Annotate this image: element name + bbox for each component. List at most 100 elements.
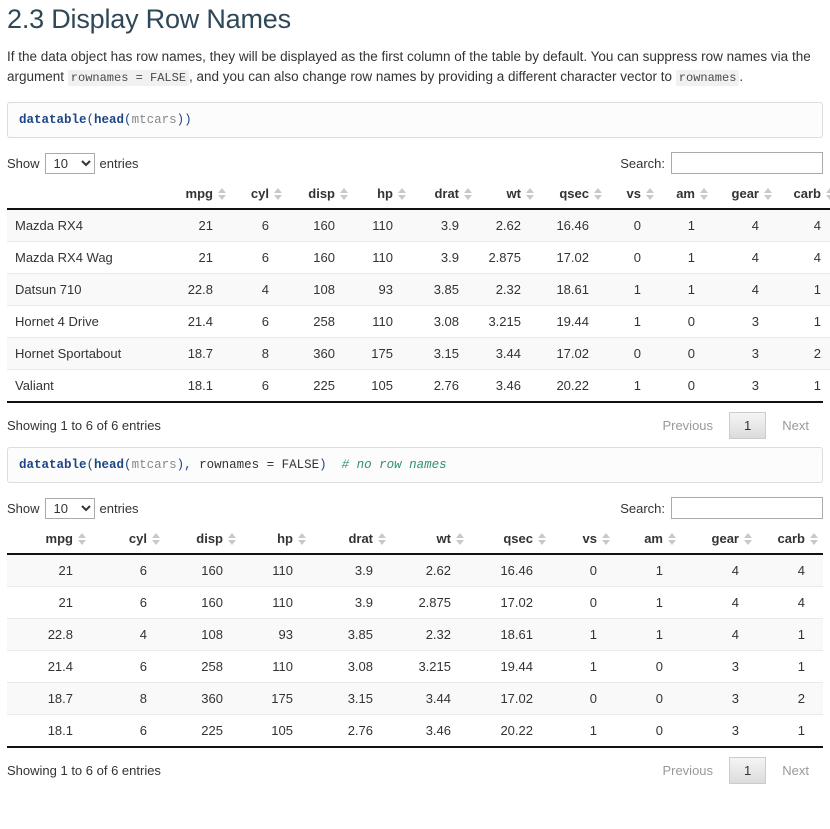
datatable-2-head: mpg cyl disp hp drat wt qsec vs am gear … bbox=[7, 525, 823, 556]
column-header-gear[interactable]: gear bbox=[681, 525, 757, 556]
previous-page-button[interactable]: Previous bbox=[648, 412, 727, 439]
table-cell: 1 bbox=[607, 273, 659, 306]
column-header-disp[interactable]: disp bbox=[287, 180, 353, 211]
search-input[interactable] bbox=[671, 152, 823, 175]
sort-arrows-icon bbox=[227, 533, 236, 546]
datatable-2: Show 10 25 50 100 entries Search: bbox=[7, 495, 823, 788]
table-cell: 1 bbox=[615, 618, 681, 651]
table-cell: 21.4 bbox=[7, 650, 91, 683]
table-cell: 0 bbox=[607, 209, 659, 242]
table-cell: 0 bbox=[607, 337, 659, 370]
table-cell: 93 bbox=[241, 618, 311, 651]
table-row[interactable]: Hornet 4 Drive 21.4 6 258 110 3.08 3.215 19.44 1… bbox=[7, 305, 830, 338]
entries-info: Showing 1 to 6 of 6 entries bbox=[7, 418, 161, 434]
page-length-select[interactable]: 10 25 50 100 bbox=[44, 152, 95, 174]
table-row[interactable]: 18.7 8 360 175 3.15 3.44 17.02 0 0 3 2 bbox=[7, 682, 823, 715]
table-cell: 225 bbox=[287, 369, 353, 402]
column-header-hp[interactable]: hp bbox=[353, 180, 411, 211]
table-cell: 1 bbox=[659, 241, 713, 274]
intro-text-part2: , and you can also change row names by p… bbox=[189, 69, 676, 85]
search-input[interactable] bbox=[671, 497, 823, 520]
table-cell: 3.46 bbox=[477, 369, 539, 402]
datatable-1-body: Mazda RX4 21 6 160 110 3.9 2.62 16.46 0 1 4 4 Mazda … bbox=[7, 209, 830, 402]
table-row[interactable]: Mazda RX4 Wag 21 6 160 110 3.9 2.875 17.02 0 1 4 4 bbox=[7, 241, 830, 274]
table-cell: 3.9 bbox=[411, 209, 477, 242]
page-button-1[interactable]: 1 bbox=[729, 757, 767, 785]
column-header-vs[interactable]: vs bbox=[551, 525, 615, 556]
column-header-drat[interactable]: drat bbox=[311, 525, 391, 556]
table-cell: 0 bbox=[607, 241, 659, 274]
column-header-cyl[interactable]: cyl bbox=[231, 180, 287, 211]
page-button-1[interactable]: 1 bbox=[729, 412, 767, 440]
next-page-button[interactable]: Next bbox=[768, 412, 823, 439]
column-header-carb[interactable]: carb bbox=[777, 180, 830, 211]
table-cell: 22.8 bbox=[167, 273, 231, 306]
sort-arrows-icon bbox=[297, 533, 306, 546]
sort-arrows-icon bbox=[525, 188, 534, 201]
column-header-rowname[interactable] bbox=[7, 180, 167, 211]
table-cell: 225 bbox=[165, 714, 241, 747]
intro-text-part3: . bbox=[739, 69, 744, 85]
table-cell: 16.46 bbox=[539, 209, 607, 242]
column-header-gear[interactable]: gear bbox=[713, 180, 777, 211]
code-token-paren-open-1: ( bbox=[86, 458, 95, 473]
table-row[interactable]: Mazda RX4 21 6 160 110 3.9 2.62 16.46 0 1 4 4 bbox=[7, 209, 830, 242]
table-cell: 0 bbox=[659, 305, 713, 338]
table-cell: 360 bbox=[165, 682, 241, 715]
sort-arrows-icon bbox=[593, 188, 602, 201]
column-header-wt[interactable]: wt bbox=[391, 525, 469, 556]
table-row[interactable]: 21 6 160 110 3.9 2.62 16.46 0 1 4 4 bbox=[7, 554, 823, 587]
next-page-button[interactable]: Next bbox=[768, 757, 823, 784]
table-cell: 1 bbox=[615, 554, 681, 587]
column-header-qsec[interactable]: qsec bbox=[469, 525, 551, 556]
column-header-vs[interactable]: vs bbox=[607, 180, 659, 211]
table-cell: 2 bbox=[777, 337, 830, 370]
table-cell: 110 bbox=[353, 305, 411, 338]
table-cell: 2.76 bbox=[411, 369, 477, 402]
column-header-am[interactable]: am bbox=[615, 525, 681, 556]
column-header-carb[interactable]: carb bbox=[757, 525, 823, 556]
column-header-am[interactable]: am bbox=[659, 180, 713, 211]
sort-arrows-icon bbox=[151, 533, 160, 546]
column-label: vs bbox=[626, 186, 641, 202]
sort-arrows-icon bbox=[463, 188, 472, 201]
column-label: mpg bbox=[185, 186, 213, 202]
column-header-mpg[interactable]: mpg bbox=[7, 525, 91, 556]
table-row[interactable]: 18.1 6 225 105 2.76 3.46 20.22 1 0 3 1 bbox=[7, 714, 823, 747]
code-block-1: datatable(head(mtcars)) bbox=[7, 102, 823, 139]
table-cell: 19.44 bbox=[469, 650, 551, 683]
table-cell: 4 bbox=[777, 241, 830, 274]
column-header-mpg[interactable]: mpg bbox=[167, 180, 231, 211]
column-header-hp[interactable]: hp bbox=[241, 525, 311, 556]
table-cell: 3.08 bbox=[311, 650, 391, 683]
page-length-select[interactable]: 10 25 50 100 bbox=[44, 497, 95, 519]
entries-label: entries bbox=[99, 155, 139, 171]
row-name-cell: Datsun 710 bbox=[7, 273, 167, 306]
inline-code-rownames-false: rownames = FALSE bbox=[67, 70, 190, 87]
table-row[interactable]: 21.4 6 258 110 3.08 3.215 19.44 1 0 3 1 bbox=[7, 650, 823, 683]
table-cell: 6 bbox=[231, 305, 287, 338]
table-row[interactable]: 21 6 160 110 3.9 2.875 17.02 0 1 4 4 bbox=[7, 586, 823, 619]
table-cell: 21 bbox=[7, 554, 91, 587]
table-row[interactable]: 22.8 4 108 93 3.85 2.32 18.61 1 1 4 1 bbox=[7, 618, 823, 651]
table-cell: 1 bbox=[659, 209, 713, 242]
datatable-2-length-control: Show 10 25 50 100 entries bbox=[7, 497, 139, 519]
table-cell: 21.4 bbox=[167, 305, 231, 338]
table-row[interactable]: Datsun 710 22.8 4 108 93 3.85 2.32 18.61 1 1 4 1 bbox=[7, 273, 830, 306]
code-token-head: head bbox=[94, 113, 125, 128]
column-header-disp[interactable]: disp bbox=[165, 525, 241, 556]
table-row[interactable]: Valiant 18.1 6 225 105 2.76 3.46 20.22 1 0 3 1 bbox=[7, 369, 830, 402]
column-header-cyl[interactable]: cyl bbox=[91, 525, 165, 556]
previous-page-button[interactable]: Previous bbox=[648, 757, 727, 784]
table-cell: 1 bbox=[777, 305, 830, 338]
code-token-mtcars: mtcars bbox=[131, 458, 177, 473]
column-header-drat[interactable]: drat bbox=[411, 180, 477, 211]
datatable-2-filter-control: Search: bbox=[139, 497, 823, 520]
column-header-qsec[interactable]: qsec bbox=[539, 180, 607, 211]
table-cell: 0 bbox=[551, 682, 615, 715]
table-cell: 110 bbox=[241, 554, 311, 587]
table-cell: 105 bbox=[241, 714, 311, 747]
table-row[interactable]: Hornet Sportabout 18.7 8 360 175 3.15 3.44 17.0… bbox=[7, 337, 830, 370]
column-header-wt[interactable]: wt bbox=[477, 180, 539, 211]
code-token-comment: # no row names bbox=[326, 458, 447, 473]
